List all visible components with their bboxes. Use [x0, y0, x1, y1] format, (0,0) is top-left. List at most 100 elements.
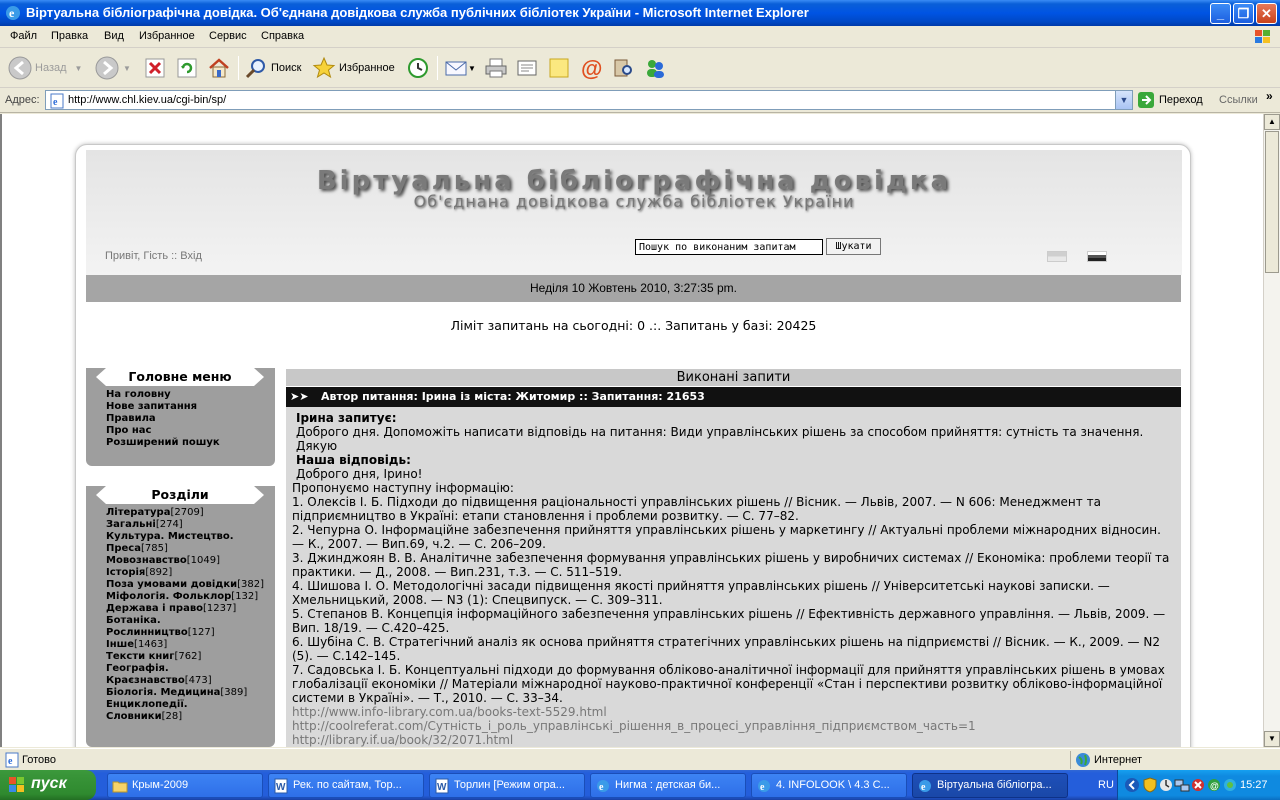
menu-item-new-question[interactable]: Нове запитання — [106, 401, 220, 413]
start-button[interactable]: пуск — [0, 770, 96, 800]
menu-favorites[interactable]: Избранное — [139, 30, 195, 42]
menu-file[interactable]: Файл — [10, 30, 37, 42]
reference-item: 5. Степанов В. Концепція інформаційного … — [292, 607, 1166, 635]
address-input[interactable]: e http://www.chl.kiev.ua/cgi-bin/sp/ ▼ — [45, 90, 1133, 110]
ukrainian-flag-icon[interactable] — [1047, 251, 1067, 262]
svg-text:e: e — [53, 97, 58, 108]
section-item[interactable]: Біологія. Медицина[389] — [106, 687, 266, 699]
menu-item-advanced-search[interactable]: Розширений пошук — [106, 437, 220, 449]
print-button[interactable] — [484, 54, 508, 82]
section-name: Географія. Краєзнавство — [106, 663, 185, 686]
menu-help[interactable]: Справка — [261, 30, 304, 42]
scroll-down-icon[interactable]: ▼ — [1264, 731, 1280, 747]
update-icon[interactable] — [1158, 777, 1174, 793]
svg-text:e: e — [8, 756, 13, 767]
mail-button[interactable]: ▼ — [444, 54, 476, 82]
vertical-scrollbar[interactable]: ▲ ▼ — [1263, 114, 1280, 747]
discuss-button[interactable] — [547, 54, 571, 82]
refresh-button[interactable] — [175, 54, 199, 82]
reference-link[interactable]: http://coolreferat.com/Сутність_і_роль_у… — [292, 719, 1175, 733]
go-arrow-icon — [1138, 92, 1154, 108]
menu-item-rules[interactable]: Правила — [106, 413, 220, 425]
section-item[interactable]: Енциклопедії. Словники[28] — [106, 699, 266, 723]
forward-dropdown-icon[interactable]: ▼ — [123, 64, 131, 73]
section-item[interactable]: Поза умовами довідки[382] — [106, 579, 266, 591]
section-count: [389] — [220, 687, 248, 698]
section-item[interactable]: Мовознавство[1049] — [106, 555, 266, 567]
edit-button[interactable] — [515, 54, 539, 82]
page-done-icon: e — [5, 752, 19, 768]
sections-list: Література[2709] Загальні[274] Культура. М… — [106, 507, 266, 723]
back-circle-icon[interactable] — [1124, 777, 1140, 793]
menu-bar: Файл Правка Вид Избранное Сервис Справка — [0, 26, 1280, 48]
menu-view[interactable]: Вид — [104, 30, 124, 42]
taskbar-item[interactable]: W Торлин [Режим огра... — [429, 773, 585, 798]
taskbar-item[interactable]: Крым-2009 — [107, 773, 263, 798]
back-button[interactable]: Назад ▼ — [8, 54, 82, 82]
section-name: Поза умовами довідки — [106, 579, 238, 590]
menu-tools[interactable]: Сервис — [209, 30, 247, 42]
section-item[interactable]: Загальні[274] — [106, 519, 266, 531]
links-label[interactable]: Ссылки — [1219, 94, 1258, 106]
scroll-thumb[interactable] — [1265, 131, 1279, 273]
section-item[interactable]: Інше[1463] — [106, 639, 266, 651]
mail-dropdown-icon[interactable]: ▼ — [468, 64, 476, 73]
reference-link[interactable]: http://library.if.ua/book/32/2071.html — [292, 733, 1175, 747]
section-item[interactable]: Держава і право[1237] — [106, 603, 266, 615]
shield-icon[interactable] — [1142, 777, 1158, 793]
messenger-button[interactable]: @ — [579, 54, 603, 82]
site-search-input[interactable] — [635, 239, 823, 255]
site-search-button[interactable]: Шукати — [826, 238, 881, 255]
taskbar-item[interactable]: e Нигма : детская би... — [590, 773, 746, 798]
question-text: Доброго дня. Допоможіть написати відпові… — [296, 425, 1144, 453]
taskbar-item-active[interactable]: e Віртуальна бібліогра... — [912, 773, 1068, 798]
skype-icon[interactable] — [1222, 777, 1238, 793]
go-button[interactable]: Переход — [1137, 91, 1203, 109]
user-greeting[interactable]: Привіт, Гість :: Вхід — [105, 250, 202, 262]
scroll-up-icon[interactable]: ▲ — [1264, 114, 1280, 130]
contacts-button[interactable] — [643, 54, 667, 82]
section-item[interactable]: Історія[892] — [106, 567, 266, 579]
menu-item-about[interactable]: Про нас — [106, 425, 220, 437]
section-item[interactable]: Географія. Краєзнавство[473] — [106, 663, 266, 687]
home-button[interactable] — [207, 54, 231, 82]
antivirus-icon[interactable] — [1190, 777, 1206, 793]
taskbar-item[interactable]: W Рек. по сайтам, Тор... — [268, 773, 424, 798]
forward-button[interactable]: ▼ — [95, 54, 131, 82]
section-item[interactable]: Тексти книг[762] — [106, 651, 266, 663]
maximize-button[interactable]: ❐ — [1233, 3, 1254, 24]
section-name: Тексти книг — [106, 651, 175, 662]
search-button[interactable]: Поиск — [244, 54, 301, 82]
messenger-icon[interactable]: @ — [1206, 777, 1222, 793]
network-icon[interactable] — [1174, 777, 1190, 793]
section-item[interactable]: Ботаніка. Рослинництво[127] — [106, 615, 266, 639]
address-label: Адрес: — [5, 94, 40, 106]
question-author-bar: ➤➤ Автор питання: Ірина із міста: Житоми… — [286, 387, 1181, 407]
menu-edit[interactable]: Правка — [51, 30, 88, 42]
section-item[interactable]: Міфологія. Фольклор[132] — [106, 591, 266, 603]
section-item[interactable]: Культура. Мистецтво. Преса[785] — [106, 531, 266, 555]
address-dropdown-icon[interactable]: ▼ — [1115, 91, 1132, 109]
address-url: http://www.chl.kiev.ua/cgi-bin/sp/ — [68, 94, 227, 106]
research-icon — [614, 59, 632, 77]
minimize-button[interactable]: _ — [1210, 3, 1231, 24]
russian-flag-icon[interactable] — [1087, 251, 1107, 262]
close-button[interactable]: ✕ — [1256, 3, 1277, 24]
back-dropdown-icon[interactable]: ▼ — [75, 64, 83, 73]
links-chevron-icon[interactable]: » — [1266, 89, 1273, 103]
folder-icon — [112, 781, 128, 793]
language-indicator[interactable]: RU — [1098, 779, 1114, 791]
main-menu-box: Головне меню На головну Нове запитання П… — [86, 368, 275, 466]
svg-text:@: @ — [1210, 781, 1219, 791]
reference-link[interactable]: http://www.info-library.com.ua/books-tex… — [292, 705, 1175, 719]
svg-text:e: e — [760, 782, 765, 793]
history-button[interactable] — [406, 54, 430, 82]
section-item[interactable]: Література[2709] — [106, 507, 266, 519]
research-button[interactable] — [611, 54, 635, 82]
stop-button[interactable] — [143, 54, 167, 82]
menu-item-home[interactable]: На головну — [106, 389, 220, 401]
window-title-bar[interactable]: e Віртуальна бібліографічна довідка. Об'… — [0, 0, 1280, 26]
security-zone: Интернет — [1094, 754, 1142, 766]
taskbar-item[interactable]: e 4. INFOLOOK \ 4.3 С... — [751, 773, 907, 798]
favorites-button[interactable]: Избранное — [312, 54, 395, 82]
